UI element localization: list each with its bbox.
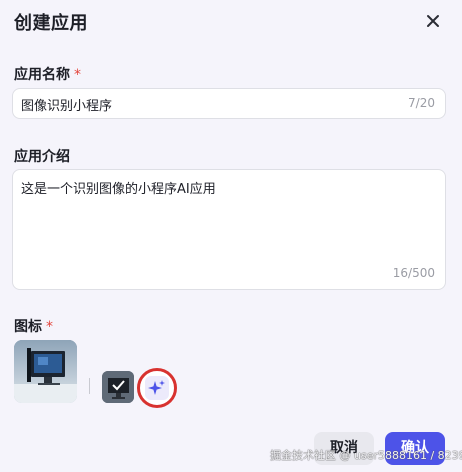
icon-label-text: 图标 [14,319,42,335]
app-name-counter: 7/20 [408,96,435,110]
app-intro-textarea[interactable]: 这是一个识别图像的小程序AI应用 16/500 [12,169,446,290]
icon-divider [89,378,90,394]
app-name-input[interactable]: 图像识别小程序 7/20 [12,88,446,119]
create-app-dialog: 创建应用 应用名称 * 图像识别小程序 7/20 应用介绍 这是一个识别图像的小程… [0,0,462,472]
app-name-label: 应用名称 * [14,64,81,84]
watermark: 掘金技术社区 @ user5888161 / 823996 [270,449,462,462]
app-intro-label: 应用介绍 [14,149,70,165]
required-mark: * [74,67,81,83]
icon-label: 图标 * [14,316,53,336]
app-name-value: 图像识别小程序 [21,99,113,114]
close-icon[interactable] [424,12,442,30]
app-icon-preview[interactable] [14,340,77,403]
ai-generate-icon-button[interactable] [137,368,177,408]
app-intro-value: 这是一个识别图像的小程序AI应用 [21,182,216,197]
app-icon-option[interactable] [102,371,134,403]
app-name-label-text: 应用名称 [14,67,70,83]
dialog-title: 创建应用 [14,13,88,34]
required-mark: * [46,319,53,335]
app-intro-counter: 16/500 [392,266,435,280]
sparkle-icon [148,380,165,395]
